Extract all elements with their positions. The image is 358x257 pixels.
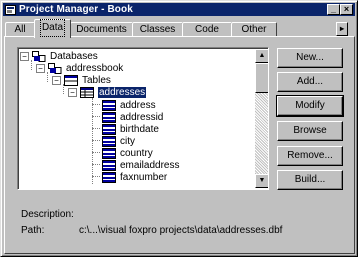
browse-button[interactable]: Browse — [277, 121, 343, 141]
field-icon — [102, 99, 116, 111]
tree-node-addresses[interactable]: − addresses — [68, 86, 147, 98]
new-button[interactable]: New... — [277, 48, 343, 68]
tab-all[interactable]: All — [5, 22, 35, 37]
minimize-button[interactable]: _ — [327, 4, 340, 15]
title-bar[interactable]: Project Manager - Book _ × — [3, 3, 355, 16]
tree-node-field[interactable]: faxnumber — [102, 171, 167, 183]
tree-label-field: faxnumber — [120, 171, 168, 183]
modify-button[interactable]: Modify — [276, 95, 344, 117]
tree-label-field: city — [120, 135, 135, 147]
tab-classes[interactable]: Classes — [132, 22, 183, 37]
build-button[interactable]: Build... — [277, 170, 343, 190]
description-label: Description: — [21, 209, 74, 220]
tree-label-field: emailaddress — [120, 159, 180, 171]
tab-strip: All Data Documents Classes Code Other ▸ — [5, 19, 355, 38]
table-icon — [80, 86, 94, 98]
tree-label-field: birthdate — [120, 123, 159, 135]
tree-label-field: country — [120, 147, 153, 159]
tab-code[interactable]: Code — [182, 22, 232, 37]
collapse-icon[interactable]: − — [36, 63, 45, 73]
collapse-icon[interactable]: − — [20, 51, 29, 61]
collapse-icon[interactable]: − — [52, 75, 61, 85]
tree-node-field[interactable]: birthdate — [102, 123, 159, 135]
tables-icon — [64, 74, 78, 86]
scroll-thumb[interactable] — [255, 63, 268, 93]
tree-node-field[interactable]: addressid — [102, 111, 163, 123]
field-icon — [102, 159, 116, 171]
tree-node-field[interactable]: city — [102, 135, 135, 147]
field-icon — [102, 135, 116, 147]
scroll-up-button[interactable]: ▲ — [255, 49, 268, 63]
collapse-icon[interactable]: − — [68, 87, 77, 97]
close-button[interactable]: × — [340, 4, 353, 15]
tab-other[interactable]: Other — [231, 22, 277, 37]
tree-node-field[interactable]: address — [102, 99, 156, 111]
databases-icon — [32, 50, 46, 62]
tree-label-field: addressid — [120, 111, 164, 123]
tree-label-databases: Databases — [50, 50, 98, 62]
tab-scroll-right-button[interactable]: ▸ — [336, 22, 348, 36]
tree-label-field: address — [120, 99, 156, 111]
field-icon — [102, 171, 116, 183]
tab-data[interactable]: Data — [34, 19, 71, 38]
tree-label-database: addressbook — [66, 62, 124, 74]
tab-documents[interactable]: Documents — [70, 22, 133, 37]
database-icon — [48, 62, 62, 74]
tree-node-tables[interactable]: − Tables — [52, 74, 111, 86]
tree-node-field[interactable]: country — [102, 147, 153, 159]
field-icon — [102, 147, 116, 159]
tree-node-database[interactable]: − addressbook — [36, 62, 123, 74]
project-manager-window: Project Manager - Book _ × All Data Docu… — [0, 0, 358, 257]
path-label: Path: — [21, 225, 45, 236]
field-icon — [102, 123, 116, 135]
project-tree[interactable]: − Databases − addressbook − Tables − add… — [17, 47, 269, 190]
scroll-down-button[interactable]: ▼ — [255, 174, 268, 188]
tree-vertical-scrollbar[interactable]: ▲ ▼ — [255, 49, 268, 188]
remove-button[interactable]: Remove... — [277, 146, 343, 166]
window-title: Project Manager - Book — [19, 4, 133, 15]
tree-label-tables: Tables — [82, 74, 111, 86]
tree-label-addresses: addresses — [98, 86, 147, 98]
field-icon — [102, 111, 116, 123]
path-value: c:\...\visual foxpro projects\data\addre… — [79, 225, 283, 236]
project-manager-icon — [5, 4, 16, 15]
add-button[interactable]: Add... — [277, 72, 343, 92]
tree-node-field[interactable]: emailaddress — [102, 159, 179, 171]
tree-node-databases[interactable]: − Databases — [20, 50, 98, 62]
